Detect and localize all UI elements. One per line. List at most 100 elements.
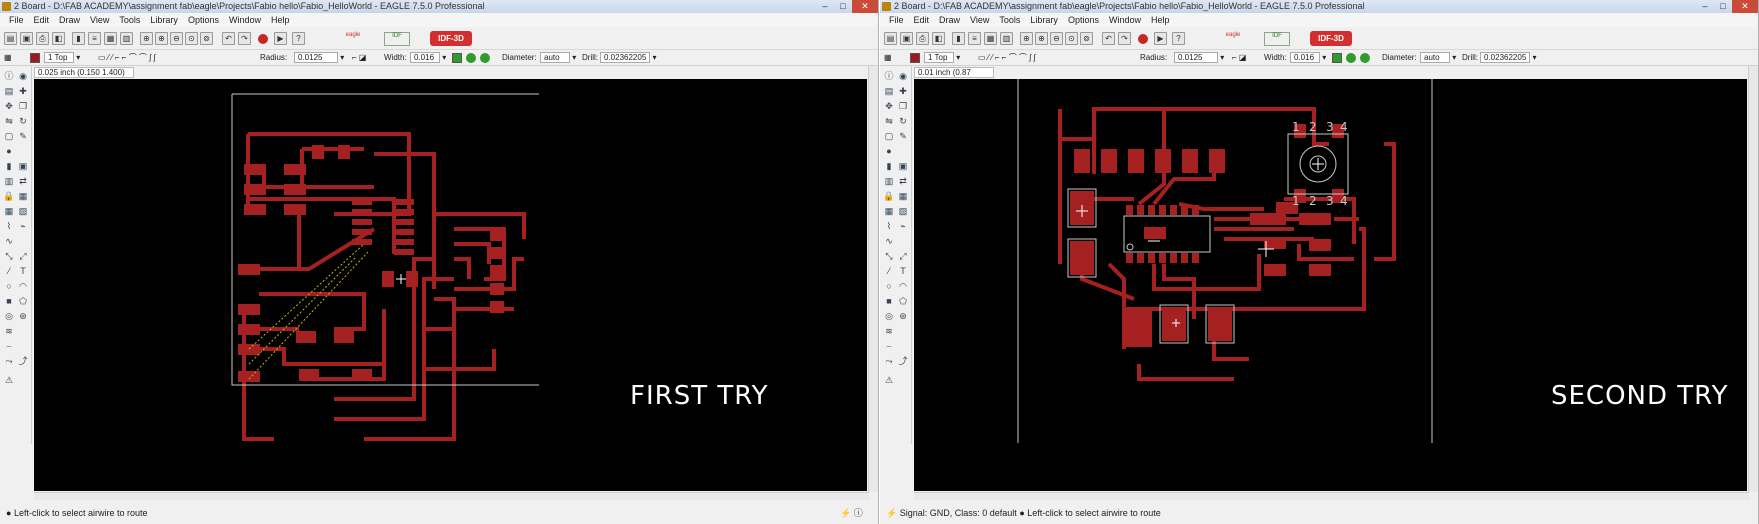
rect-icon[interactable]: ■ — [883, 295, 895, 307]
follow-me-icon[interactable]: ⤴ — [17, 355, 29, 367]
wire-icon[interactable]: ⁄ — [883, 265, 895, 277]
via-octagon-icon[interactable] — [1360, 53, 1370, 63]
minimize-button[interactable]: – — [816, 0, 834, 13]
cam-icon[interactable]: ◧ — [52, 32, 65, 45]
hole-icon[interactable]: ⊛ — [17, 310, 29, 322]
text-icon[interactable]: T — [17, 265, 29, 277]
pcb-canvas[interactable]: FIRST TRY — [34, 79, 867, 491]
radius-input[interactable]: 0.0125 ▾ — [292, 52, 344, 64]
width-input[interactable]: 0.016 ▾ — [408, 52, 446, 64]
miter-icons[interactable]: ⌐ ◪ — [1232, 52, 1246, 64]
zoom-in-icon[interactable]: ⊕ — [1035, 32, 1048, 45]
rotate-icon[interactable]: ↻ — [17, 115, 29, 127]
redo-icon[interactable]: ↷ — [238, 32, 251, 45]
minimize-button[interactable]: – — [1696, 0, 1714, 13]
print-icon[interactable]: ⎙ — [916, 32, 929, 45]
display-icon[interactable]: ▤ — [883, 85, 895, 97]
erc-warning-icon[interactable]: ⚠ — [883, 374, 895, 386]
arc-icon[interactable]: ◠ — [17, 280, 29, 292]
go-icon[interactable]: ▶ — [274, 32, 287, 45]
layer-select[interactable]: 1 Top ▾ — [922, 52, 960, 64]
replace-icon[interactable]: ⇄ — [897, 175, 909, 187]
script-icon[interactable]: ▮ — [952, 32, 965, 45]
wire-icon[interactable]: ⁄ — [3, 265, 15, 277]
change-icon[interactable]: ✎ — [17, 130, 29, 142]
ratsnest-icon[interactable]: ≋ — [883, 325, 895, 337]
group-icon[interactable]: ▢ — [883, 130, 895, 142]
display-icon[interactable]: ▤ — [3, 85, 15, 97]
menu-tools[interactable]: Tools — [994, 13, 1025, 27]
group-icon[interactable]: ▢ — [3, 130, 15, 142]
board-icon[interactable]: ▥ — [120, 32, 133, 45]
mirror-icon[interactable]: ⇋ — [3, 115, 15, 127]
menu-view[interactable]: View — [85, 13, 114, 27]
polygon-icon[interactable]: ⬠ — [17, 295, 29, 307]
pcb-canvas[interactable]: 1 2 3 4 1 2 3 4 SECOND TRY — [914, 79, 1747, 491]
menu-view[interactable]: View — [965, 13, 994, 27]
menu-help[interactable]: Help — [266, 13, 295, 27]
grid-icon[interactable]: ▦ — [884, 52, 892, 64]
undo-icon[interactable]: ↶ — [222, 32, 235, 45]
zoom-redraw-icon[interactable]: ⊙ — [185, 32, 198, 45]
text-icon[interactable]: T — [897, 265, 909, 277]
optimize-icon[interactable]: ⌁ — [17, 220, 29, 232]
redo-icon[interactable]: ↷ — [1118, 32, 1131, 45]
ripup-icon[interactable]: ⤢ — [897, 250, 909, 262]
autorouter-icon[interactable]: ⤳ — [883, 355, 895, 367]
follow-me-icon[interactable]: ⤴ — [897, 355, 909, 367]
change-icon[interactable]: ✎ — [897, 130, 909, 142]
zoom-fit-icon[interactable]: ⊕ — [140, 32, 153, 45]
rect-icon[interactable]: ■ — [3, 295, 15, 307]
copy-icon[interactable]: ❐ — [897, 100, 909, 112]
erc-warning-icon[interactable]: ⚠ — [3, 374, 15, 386]
menu-edit[interactable]: Edit — [29, 13, 55, 27]
help-icon[interactable]: ? — [292, 32, 305, 45]
paste-icon[interactable]: ● — [3, 145, 15, 157]
idf-3d-button[interactable]: IDF-3D — [1310, 31, 1352, 46]
zoom-redraw-icon[interactable]: ⊙ — [1065, 32, 1078, 45]
split-icon[interactable]: ⌇ — [3, 220, 15, 232]
mark-icon[interactable]: ✚ — [897, 85, 909, 97]
via-round-icon[interactable] — [466, 53, 476, 63]
circle-icon[interactable]: ○ — [883, 280, 895, 292]
replace-icon[interactable]: ⇄ — [17, 175, 29, 187]
pinswap-icon[interactable]: ▥ — [3, 175, 15, 187]
smash-icon[interactable]: ▧ — [897, 205, 909, 217]
drill-input[interactable]: 0.02362205 ▾ — [1478, 52, 1537, 64]
menu-options[interactable]: Options — [183, 13, 224, 27]
menu-window[interactable]: Window — [224, 13, 266, 27]
via-round-icon[interactable] — [1346, 53, 1356, 63]
grid-icon[interactable]: ▦ — [4, 52, 12, 64]
hole-icon[interactable]: ⊛ — [897, 310, 909, 322]
mark-icon[interactable]: ✚ — [17, 85, 29, 97]
polygon-icon[interactable]: ⬠ — [897, 295, 909, 307]
smash-icon[interactable]: ▧ — [17, 205, 29, 217]
zoom-out-icon[interactable]: ⊖ — [170, 32, 183, 45]
show-icon[interactable]: ◉ — [897, 70, 909, 82]
show-icon[interactable]: ◉ — [17, 70, 29, 82]
vertical-scrollbar[interactable] — [1748, 66, 1758, 492]
name-icon[interactable]: ▦ — [897, 190, 909, 202]
board-icon[interactable]: ▥ — [1000, 32, 1013, 45]
value-icon[interactable]: ▦ — [883, 205, 895, 217]
horizontal-scrollbar[interactable] — [34, 492, 869, 500]
lock-icon[interactable]: 🔒 — [883, 190, 895, 202]
open-icon[interactable]: ▤ — [884, 32, 897, 45]
diameter-input[interactable]: auto ▾ — [538, 52, 576, 64]
open-icon[interactable]: ▤ — [4, 32, 17, 45]
layout-icon[interactable]: ▦ — [104, 32, 117, 45]
horizontal-scrollbar[interactable] — [914, 492, 1749, 500]
save-icon[interactable]: ▣ — [900, 32, 913, 45]
meander-icon[interactable]: ∿ — [883, 235, 895, 247]
route-icon[interactable]: ⤡ — [883, 250, 895, 262]
mirror-icon[interactable]: ⇋ — [883, 115, 895, 127]
menu-file[interactable]: File — [4, 13, 29, 27]
maximize-button[interactable]: □ — [834, 0, 852, 13]
via-icon[interactable]: ◎ — [883, 310, 895, 322]
move-icon[interactable]: ✥ — [883, 100, 895, 112]
close-button[interactable]: ✕ — [852, 0, 878, 13]
ratsnest-icon[interactable]: ≋ — [3, 325, 15, 337]
zoom-out-icon[interactable]: ⊖ — [1050, 32, 1063, 45]
zoom-in-icon[interactable]: ⊕ — [155, 32, 168, 45]
menu-edit[interactable]: Edit — [909, 13, 935, 27]
